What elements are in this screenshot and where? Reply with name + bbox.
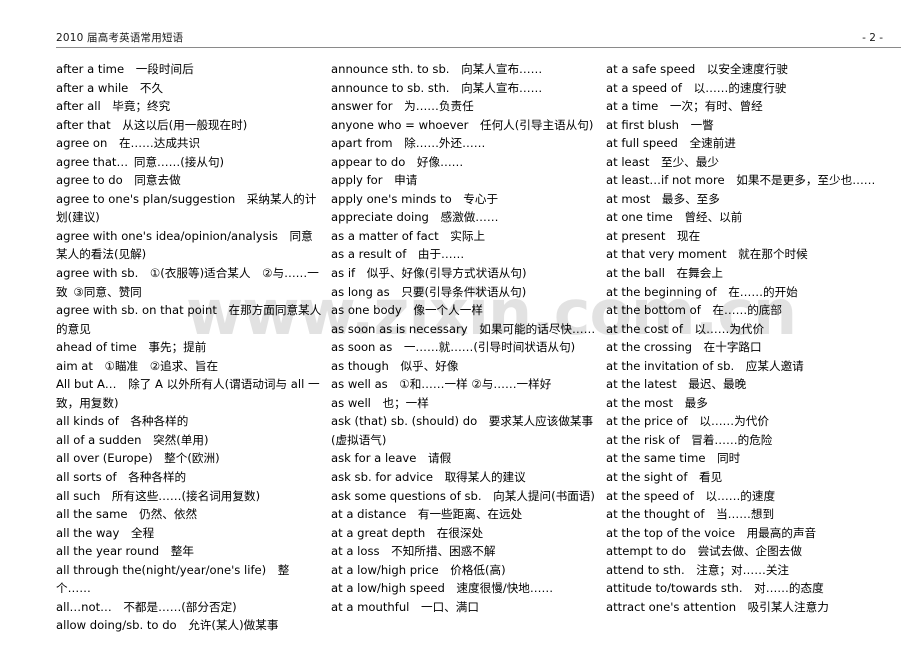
phrase-entry: apply for 申请 <box>331 173 418 188</box>
phrase-entry: at the thought of 当……想到 <box>606 507 775 522</box>
phrase-entry: at present 现在 <box>606 228 701 243</box>
phrase-entry: at the same time 同时 <box>606 451 741 466</box>
phrase-entry: at a low/high speed 速度很慢/快地…… <box>331 581 554 596</box>
phrase-entry: at the risk of 冒着……的危险 <box>606 432 773 447</box>
phrase-column-3: at a safe speed 以安全速度行驶 at a speed of 以……… <box>606 60 901 616</box>
phrase-entry: at least…if not more 如果不是更多，至少也…… <box>606 173 876 188</box>
phrase-entry: at first blush 一瞥 <box>606 117 714 132</box>
phrase-entry: All but A… 除了 A 以外所有人(谓语动词与 all 一致，用复数) <box>56 377 320 410</box>
phrase-entry: at the bottom of 在……的底部 <box>606 303 782 318</box>
phrase-entry: after a time 一段时间后 <box>56 62 194 76</box>
phrase-entry: at the invitation of sb. 应某人邀请 <box>606 358 804 373</box>
phrase-entry: answer for 为……负责任 <box>331 99 474 114</box>
phrase-entry: after a while 不久 <box>56 80 164 95</box>
phrase-entry: apart from 除……外还…… <box>331 136 486 151</box>
phrase-entry: appreciate doing 感激做…… <box>331 210 499 225</box>
phrase-entry: at that very moment 就在那个时候 <box>606 247 808 262</box>
document-page: 2010 届高考英语常用短语 - 2 - www.zixin.com.cn af… <box>0 0 920 651</box>
phrase-column-2: announce sth. to sb. 向某人宣布…… announce to … <box>331 60 606 616</box>
phrase-entry: at the cost of 以……为代价 <box>606 321 765 336</box>
phrase-column-1: after a time 一段时间后 after a while 不久 after … <box>56 60 331 635</box>
phrase-entry: at the most 最多 <box>606 395 708 410</box>
phrase-entry: agree with sb. on that point 在那方面同意某人的意见 <box>56 303 322 336</box>
phrase-entry: as though 似乎、好像 <box>331 358 459 373</box>
phrase-entry: ask for a leave 请假 <box>331 451 452 466</box>
phrase-entry: at full speed 全速前进 <box>606 136 736 151</box>
phrase-columns: after a time 一段时间后 after a while 不久 after … <box>56 60 901 632</box>
phrase-entry: as well 也；一样 <box>331 395 429 410</box>
phrase-entry: after all 毕竟；终究 <box>56 99 171 114</box>
phrase-entry: attitude to/towards sth. 对……的态度 <box>606 581 824 596</box>
phrase-entry: as well as ①和……一样 ②与……一样好 <box>331 377 552 392</box>
phrase-entry: announce sth. to sb. 向某人宣布…… <box>331 62 543 76</box>
phrase-entry: at the top of the voice 用最高的声音 <box>606 525 817 540</box>
phrase-entry: at the ball 在舞会上 <box>606 266 723 281</box>
phrase-entry: at the price of 以……为代价 <box>606 414 769 429</box>
phrase-entry: at the crossing 在十字路口 <box>606 340 762 355</box>
phrase-entry: at one time 曾经、以前 <box>606 210 743 225</box>
phrase-entry: ask some questions of sb. 向某人提问(书面语) <box>331 488 595 503</box>
phrase-entry: ask sb. for advice 取得某人的建议 <box>331 470 526 485</box>
phrase-entry: all such 所有这些……(接名词用复数) <box>56 488 261 503</box>
phrase-entry: all of a sudden 突然(单用) <box>56 432 209 447</box>
phrase-entry: at a loss 不知所措、困惑不解 <box>331 544 496 559</box>
phrase-entry: appear to do 好像…… <box>331 154 464 169</box>
phrase-entry: at a time 一次；有时、曾经 <box>606 99 763 114</box>
phrase-entry: all through the(night/year/one's life) 整… <box>56 562 290 596</box>
phrase-entry: at a distance 有一些距离、在远处 <box>331 507 523 522</box>
phrase-entry: all…not… 不都是……(部分否定) <box>56 599 237 614</box>
phrase-entry: all over (Europe) 整个(欧洲) <box>56 451 220 466</box>
header-title: 2010 届高考英语常用短语 <box>56 32 184 44</box>
phrase-entry: anyone who = whoever 任何人(引导主语从句) <box>331 117 594 132</box>
phrase-entry: agree on 在……达成共识 <box>56 136 201 151</box>
phrase-entry: all the year round 整年 <box>56 544 194 559</box>
phrase-entry: all sorts of 各种各样的 <box>56 470 187 485</box>
phrase-entry: agree that… 同意……(接从句) <box>56 154 225 169</box>
phrase-entry: apply one's minds to 专心于 <box>331 191 499 206</box>
phrase-entry: ahead of time 事先；提前 <box>56 340 207 355</box>
phrase-entry: as soon as 一……就……(引导时间状语从句) <box>331 340 576 355</box>
phrase-entry: agree to do 同意去做 <box>56 173 181 188</box>
phrase-entry: at the beginning of 在……的开始 <box>606 284 798 299</box>
phrase-entry: agree with sb. ①(衣服等)适合某人 ②与……一致 ③同意、赞同 <box>56 266 319 299</box>
phrase-entry: all the way 全程 <box>56 525 155 540</box>
phrase-entry: as one body 像一个人一样 <box>331 303 483 318</box>
phrase-entry: agree with one's idea/opinion/analysis 同… <box>56 228 313 262</box>
page-header: 2010 届高考英语常用短语 - 2 - <box>56 26 901 48</box>
phrase-entry: at the latest 最迟、最晚 <box>606 377 747 392</box>
phrase-entry: all the same 仍然、依然 <box>56 507 198 522</box>
phrase-entry: as a result of 由于…… <box>331 247 465 262</box>
page-number: - 2 - <box>862 32 883 44</box>
phrase-entry: announce to sb. sth. 向某人宣布…… <box>331 80 543 95</box>
phrase-entry: at least 至少、最少 <box>606 154 719 169</box>
phrase-entry: at a safe speed 以安全速度行驶 <box>606 62 788 76</box>
phrase-entry: attempt to do 尝试去做、企图去做 <box>606 544 802 559</box>
phrase-entry: at a great depth 在很深处 <box>331 525 484 540</box>
phrase-entry: attend to sth. 注意；对……关注 <box>606 562 790 577</box>
phrase-entry: at a speed of 以……的速度行驶 <box>606 80 787 95</box>
phrase-entry: aim at ①瞄准 ②追求、旨在 <box>56 358 219 373</box>
phrase-entry: at a low/high price 价格低(高) <box>331 562 506 577</box>
phrase-entry: at the sight of 看见 <box>606 470 723 485</box>
phrase-entry: as soon as is necessary 如果可能的话尽快…… <box>331 321 596 336</box>
phrase-entry: as long as 只要(引导条件状语从句) <box>331 284 527 299</box>
phrase-entry: attract one's attention 吸引某人注意力 <box>606 599 829 614</box>
phrase-entry: allow doing/sb. to do 允许(某人)做某事 <box>56 618 279 633</box>
phrase-entry: ask (that) sb. (should) do 要求某人应该做某事(虚拟语… <box>331 414 594 447</box>
phrase-entry: at a mouthful 一口、满口 <box>331 599 479 614</box>
phrase-entry: as a matter of fact 实际上 <box>331 228 486 243</box>
phrase-entry: agree to one's plan/suggestion 采纳某人的计划(建… <box>56 191 317 225</box>
phrase-entry: at the speed of 以……的速度 <box>606 488 776 503</box>
phrase-entry: all kinds of 各种各样的 <box>56 414 189 429</box>
phrase-entry: as if 似乎、好像(引导方式状语从句) <box>331 266 527 281</box>
phrase-entry: at most 最多、至多 <box>606 191 720 206</box>
phrase-entry: after that 从这以后(用一般现在时) <box>56 117 248 132</box>
